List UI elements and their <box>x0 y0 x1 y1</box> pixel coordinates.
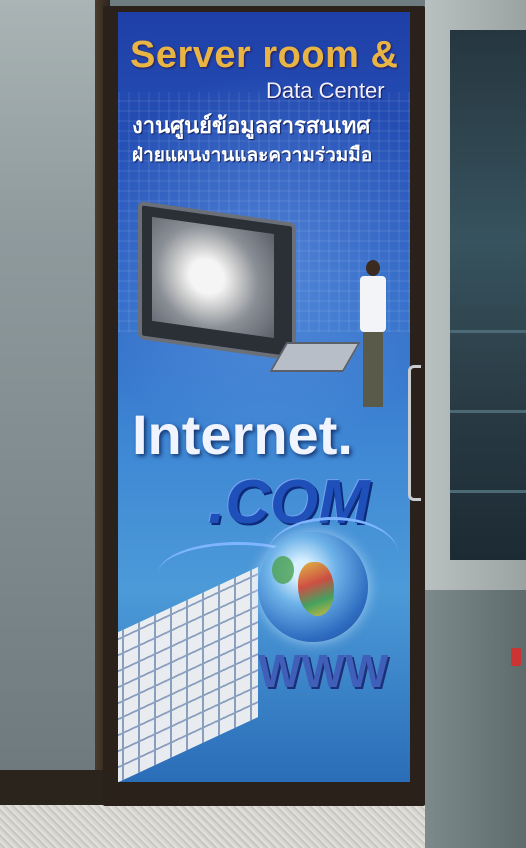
right-door-lower-panel <box>425 590 526 848</box>
monitor-screen <box>152 216 274 339</box>
red-label <box>511 648 521 666</box>
monitor-illustration <box>138 200 296 362</box>
door-poster: Server room & Data Center งานศูนย์ข้อมูล… <box>118 12 410 782</box>
globe-illustration <box>258 532 368 642</box>
poster-title-english: Server room & <box>130 34 399 76</box>
door-handle[interactable] <box>408 365 421 501</box>
poster-internet-text: Internet. <box>132 403 353 466</box>
right-door <box>425 0 526 848</box>
poster-www-text: WWW <box>258 645 389 697</box>
left-wall <box>0 0 110 848</box>
poster-subtitle-english: Data Center <box>266 78 385 103</box>
poster-subtitle-thai: ฝ่ายแผนงานและความร่วมมือ <box>132 145 373 166</box>
left-baseboard <box>0 770 110 810</box>
poster-title-thai: งานศูนย์ข้อมูลสารสนเทศ <box>132 113 371 138</box>
right-door-window <box>450 30 526 560</box>
left-glass-panel <box>0 0 95 770</box>
person-illustration <box>358 260 388 410</box>
